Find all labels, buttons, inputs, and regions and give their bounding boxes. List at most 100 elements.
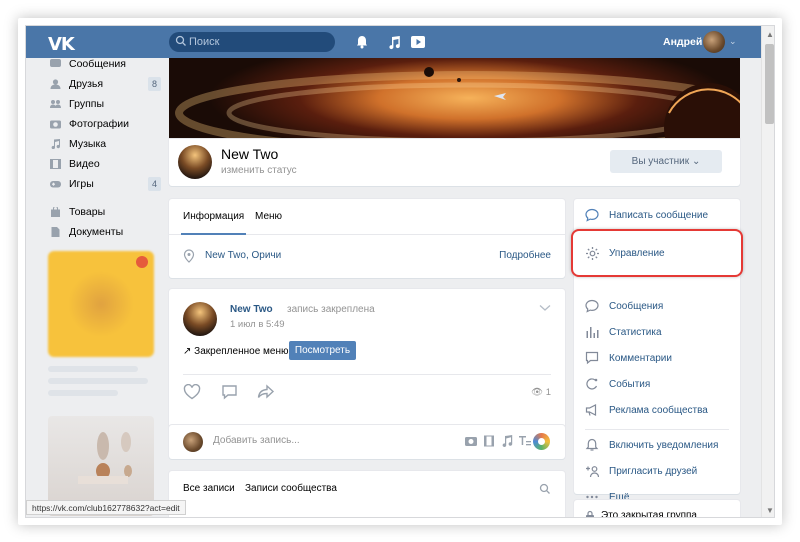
composer-placeholder[interactable]: Добавить запись... — [213, 435, 300, 446]
music-icon[interactable] — [386, 34, 402, 50]
manage-highlight[interactable]: Управление — [571, 229, 743, 277]
sidebar-item-groups[interactable]: Группы — [46, 94, 161, 114]
music-icon — [51, 139, 61, 149]
menu-item-label: Статистика — [609, 327, 662, 338]
film-icon — [50, 159, 61, 169]
camera-icon — [50, 120, 61, 129]
play-icon[interactable] — [410, 34, 426, 50]
bag-icon — [51, 207, 60, 217]
sidebar-item-label: Друзья — [69, 78, 104, 90]
gear-icon — [586, 247, 599, 260]
sidebar-item-documents[interactable]: Документы — [46, 222, 161, 242]
avatar — [183, 432, 203, 452]
sidebar-item-video[interactable]: Видео — [46, 154, 161, 174]
wall-card: Все записи Записи сообщества — [169, 471, 565, 517]
group-name: New Two — [221, 146, 279, 162]
sidebar-item-friends[interactable]: Друзья 8 — [46, 74, 161, 94]
sidebar-item-music[interactable]: Музыка — [46, 134, 161, 154]
scroll-thumb[interactable] — [765, 44, 774, 124]
search-icon[interactable] — [539, 483, 551, 495]
left-sidebar: Сообщения Друзья 8 Группы Фотографии Муз… — [46, 54, 161, 242]
chevron-down-icon[interactable]: ⌄ — [729, 36, 737, 47]
chat-icon — [50, 59, 61, 67]
menu-divider — [585, 429, 729, 430]
film-icon[interactable] — [483, 435, 495, 447]
megaphone-icon — [585, 404, 597, 416]
search-icon — [175, 35, 186, 46]
tab-info[interactable]: Информация — [180, 211, 247, 235]
post-settings-icon[interactable] — [533, 433, 550, 450]
share-icon[interactable] — [257, 384, 275, 400]
sidebar-item-messages[interactable]: Сообщения — [46, 54, 161, 74]
menu-item-label: Реклама сообщества — [609, 405, 708, 416]
menu-item-label: Написать сообщение — [609, 210, 709, 221]
user-name[interactable]: Андрей — [663, 36, 702, 48]
member-button[interactable]: Вы участник ⌄ — [610, 150, 722, 173]
like-icon[interactable] — [183, 384, 201, 400]
edit-status-link[interactable]: изменить статус — [221, 165, 297, 176]
post-composer[interactable]: Добавить запись... — [169, 425, 565, 459]
closed-group-label: Это закрытая группа — [601, 510, 697, 518]
more-info-link[interactable]: Подробнее — [499, 250, 551, 261]
menu-item-messages[interactable]: Сообщения — [574, 293, 740, 319]
count-badge: 8 — [147, 77, 161, 91]
scroll-down-icon[interactable]: ▼ — [766, 506, 774, 515]
divider — [183, 374, 551, 375]
avatar[interactable] — [703, 31, 725, 53]
status-bar-url: https://vk.com/club162778632?act=edit — [26, 500, 186, 515]
menu-item-events[interactable]: События — [574, 371, 740, 397]
group-header: New Two изменить статус Вы участник ⌄ — [169, 139, 740, 186]
bell-icon[interactable] — [354, 34, 370, 50]
tab-all-posts[interactable]: Все записи — [183, 483, 235, 494]
count-badge: 4 — [147, 177, 161, 191]
search-input[interactable]: Поиск — [169, 32, 335, 52]
scroll-up-icon[interactable]: ▲ — [766, 30, 774, 39]
info-card: Информация Меню New Two, Оричи Подробнее — [169, 199, 565, 278]
sidebar-item-games[interactable]: Игры 4 — [46, 174, 161, 194]
closed-group-card: Это закрытая группа — [574, 500, 740, 518]
avatar[interactable] — [183, 302, 217, 336]
vk-logo[interactable]: VK — [48, 34, 75, 55]
sidebar-item-label: Игры — [69, 178, 94, 190]
chevron-down-icon[interactable] — [539, 304, 551, 312]
menu-item-notifications[interactable]: Включить уведомления — [574, 432, 740, 458]
view-button[interactable]: Посмотреть — [289, 341, 356, 360]
manage-label: Управление — [609, 248, 665, 259]
menu-item-comments[interactable]: Комментарии — [574, 345, 740, 371]
music-icon[interactable] — [501, 435, 513, 447]
tab-menu[interactable]: Меню — [255, 211, 282, 222]
camera-icon[interactable] — [465, 435, 477, 447]
menu-item-invite[interactable]: Пригласить друзей — [574, 458, 740, 484]
views-value: 1 — [545, 387, 551, 398]
pinned-note: запись закреплена — [287, 304, 375, 315]
chevron-down-icon: ⌄ — [691, 156, 701, 167]
comment-icon[interactable] — [221, 384, 238, 400]
location-link[interactable]: New Two, Оричи — [205, 250, 281, 261]
event-icon — [586, 378, 598, 390]
sidebar-item-goods[interactable]: Товары — [46, 202, 161, 222]
text-format-icon[interactable] — [519, 435, 531, 447]
tab-community-posts[interactable]: Записи сообщества — [245, 483, 337, 494]
scrollbar[interactable]: ▲ ▼ — [761, 26, 774, 517]
group-avatar[interactable] — [178, 145, 212, 179]
menu-item-label: События — [609, 379, 651, 390]
cover-image — [169, 58, 740, 139]
views-count: 👁 1 — [531, 387, 551, 398]
ad-text-line — [48, 366, 138, 372]
user-icon — [50, 79, 61, 89]
post-author[interactable]: New Two — [230, 304, 273, 315]
ad-badge — [136, 256, 148, 268]
menu-item-write-message[interactable]: Написать сообщение — [574, 202, 740, 228]
menu-item-more[interactable]: Ещё — [574, 484, 740, 503]
pinned-menu-label: ↗ Закрепленное меню — [183, 346, 289, 357]
menu-item-statistics[interactable]: Статистика — [574, 319, 740, 345]
sidebar-divider — [46, 194, 161, 202]
menu-item-label: Включить уведомления — [609, 440, 719, 451]
menu-item-label: Комментарии — [609, 353, 672, 364]
menu-item-label: Пригласить друзей — [609, 466, 698, 477]
sidebar-item-label: Группы — [69, 98, 104, 110]
post-date[interactable]: 1 июл в 5:49 — [230, 319, 285, 330]
ad-text-line — [48, 378, 148, 384]
menu-item-ads[interactable]: Реклама сообщества — [574, 397, 740, 423]
sidebar-item-photos[interactable]: Фотографии — [46, 114, 161, 134]
